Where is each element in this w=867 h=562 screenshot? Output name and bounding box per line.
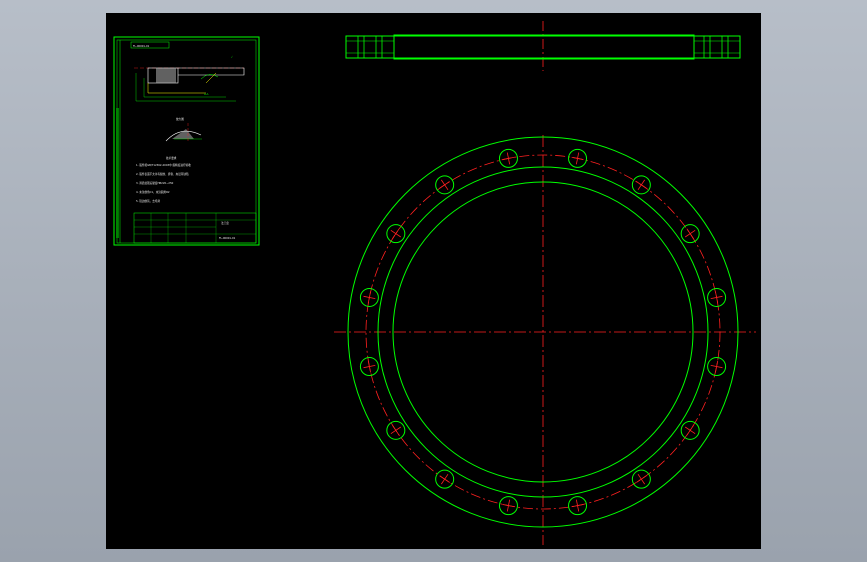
bolt-hole (359, 287, 379, 307)
bolt-hole (435, 175, 455, 195)
svg-text:FL-00001-01: FL-00001-01 (219, 236, 236, 240)
detail-view: 放大图 (165, 117, 202, 143)
title-block: 法兰盘 FL-00001-01 (133, 212, 257, 244)
bolt-hole (680, 224, 700, 244)
svg-text:4. 未注倒角C1，未注圆角R2: 4. 未注倒角C1，未注圆角R2 (136, 190, 170, 194)
sheet-inner-border (116, 39, 257, 244)
bolt-hole (631, 175, 651, 195)
bolt-hole (568, 496, 588, 516)
drawing-sheet: FL-00001-01 A-A √ 放大图 技术要求 1. 锻件按GB/T123… (113, 36, 260, 246)
svg-text:放大图: 放大图 (176, 117, 184, 121)
bolt-hole (631, 469, 651, 489)
bolt-hole (568, 148, 588, 168)
svg-text:1. 锻件按GB/T12362-2003中 级精度进行验收: 1. 锻件按GB/T12362-2003中 级精度进行验收 (136, 163, 191, 167)
sheet-top-label: FL-00001-01 (133, 44, 150, 48)
bolt-hole (386, 224, 406, 244)
front-view (345, 21, 741, 71)
bolt-hole (707, 357, 727, 377)
svg-text:技术要求: 技术要求 (166, 156, 177, 160)
bolt-hole (498, 496, 518, 516)
svg-text:3. 调质处理后硬度HB220~250: 3. 调质处理后硬度HB220~250 (136, 181, 174, 185)
bolt-hole (386, 420, 406, 440)
tech-requirements: 技术要求 1. 锻件按GB/T12362-2003中 级精度进行验收 2. 锻件… (136, 156, 191, 203)
cad-canvas[interactable]: FL-00001-01 A-A √ 放大图 技术要求 1. 锻件按GB/T123… (106, 13, 761, 549)
section-view: A-A √ (134, 55, 245, 102)
svg-text:5. 锐边倒钝，去毛刺: 5. 锐边倒钝，去毛刺 (136, 199, 160, 203)
svg-text:√: √ (231, 55, 233, 59)
svg-text:A-A: A-A (204, 92, 209, 96)
svg-text:法兰盘: 法兰盘 (221, 221, 229, 225)
bolt-hole (707, 287, 727, 307)
sheet-side-strip (116, 108, 119, 238)
bolt-hole (680, 420, 700, 440)
svg-text:2. 锻件表面不允许有裂纹、折叠、夹层等缺陷: 2. 锻件表面不允许有裂纹、折叠、夹层等缺陷 (136, 172, 189, 176)
bolt-hole (435, 469, 455, 489)
bolt-hole (498, 148, 518, 168)
bolt-hole (359, 357, 379, 377)
cad-drawing: FL-00001-01 A-A √ 放大图 技术要求 1. 锻件按GB/T123… (113, 21, 756, 545)
top-view (334, 135, 756, 545)
